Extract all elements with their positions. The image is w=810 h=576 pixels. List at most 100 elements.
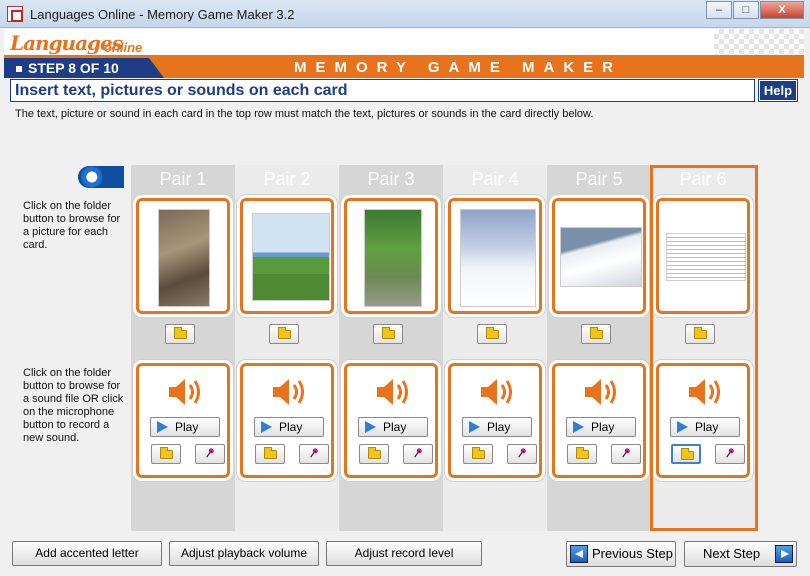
hiker-photo: [460, 209, 536, 307]
picture-folder-button[interactable]: [477, 324, 507, 344]
logo-band: Languages online: [4, 29, 804, 56]
sound-card: Play: [445, 360, 545, 481]
sound-folder-button[interactable]: [255, 444, 285, 464]
picture-folder-button[interactable]: [373, 324, 403, 344]
picture-card[interactable]: [237, 195, 337, 317]
speaker-icon: [585, 379, 616, 405]
add-accented-letter-button[interactable]: Add accented letter: [12, 541, 162, 566]
folder-icon: [590, 327, 603, 339]
previous-step-label: Previous Step: [592, 546, 673, 561]
sound-card: Play: [549, 360, 649, 481]
pair-column: Pair 2 Play: [235, 165, 339, 531]
window-controls: – □ X: [705, 1, 804, 19]
app-name: MEMORY GAME MAKER: [294, 59, 623, 76]
folder-icon: [278, 327, 291, 339]
play-button[interactable]: Play: [150, 417, 220, 437]
picture-help-text: Click on the folder button to browse for…: [23, 200, 121, 251]
folder-icon: [576, 447, 589, 459]
picture-card[interactable]: [341, 195, 441, 317]
picture-card[interactable]: [133, 195, 233, 317]
sound-folder-button[interactable]: [359, 444, 389, 464]
folder-icon: [174, 327, 187, 339]
adjust-record-level-button[interactable]: Adjust record level: [326, 541, 482, 566]
sound-folder-button[interactable]: [567, 444, 597, 464]
step-band: STEP 8 OF 10 MEMORY GAME MAKER: [4, 58, 804, 78]
selected-pair-frame: [650, 165, 758, 531]
play-icon: [365, 421, 376, 433]
climbers-photo: [158, 209, 210, 307]
play-icon: [573, 421, 584, 433]
sound-folder-button[interactable]: [151, 444, 181, 464]
folder-icon: [486, 327, 499, 339]
paraglider-photo: [252, 213, 330, 301]
window-title: Languages Online - Memory Game Maker 3.2: [30, 7, 295, 22]
picture-folder-button[interactable]: [269, 324, 299, 344]
play-icon: [261, 421, 272, 433]
speaker-icon: [377, 379, 408, 405]
picture-folder-button[interactable]: [165, 324, 195, 344]
play-button[interactable]: Play: [566, 417, 636, 437]
app-icon: [7, 6, 23, 22]
folder-icon: [368, 447, 381, 459]
play-label: Play: [383, 420, 407, 434]
sound-card: Play: [133, 360, 233, 481]
microphone-button[interactable]: [299, 444, 329, 464]
microphone-icon: [414, 448, 422, 458]
speaker-icon: [169, 379, 200, 405]
play-label: Play: [487, 420, 511, 434]
arrow-right-icon: [775, 545, 793, 563]
play-button[interactable]: Play: [462, 417, 532, 437]
pair-column: Pair 4 Play: [443, 165, 547, 531]
microphone-icon: [518, 448, 526, 458]
folder-icon: [382, 327, 395, 339]
sound-folder-button[interactable]: [463, 444, 493, 464]
microphone-button[interactable]: [611, 444, 641, 464]
step-indicator: STEP 8 OF 10: [4, 58, 164, 78]
picture-card[interactable]: [445, 195, 545, 317]
previous-step-button[interactable]: Previous Step: [566, 541, 676, 567]
microphone-icon: [206, 448, 214, 458]
microphone-button[interactable]: [507, 444, 537, 464]
speaker-icon: [273, 379, 304, 405]
close-button[interactable]: X: [760, 1, 804, 19]
pair-title: Pair 3: [367, 169, 415, 189]
play-button[interactable]: Play: [358, 417, 428, 437]
pair-column: Pair 1 Play: [131, 165, 235, 531]
pair-title: Pair 4: [471, 169, 519, 189]
folder-icon: [264, 447, 277, 459]
microphone-icon: [310, 448, 318, 458]
title-bar: Languages Online - Memory Game Maker 3.2…: [0, 0, 810, 28]
arrow-left-icon: [570, 545, 588, 563]
cyclist-photo: [364, 209, 422, 307]
play-icon: [157, 421, 168, 433]
binder-ring-icon: [78, 166, 124, 188]
play-label: Play: [279, 420, 303, 434]
microphone-button[interactable]: [403, 444, 433, 464]
skier-photo: [560, 227, 642, 287]
maximize-button[interactable]: □: [733, 1, 759, 19]
sound-card: Play: [341, 360, 441, 481]
picture-card[interactable]: [549, 195, 649, 317]
next-step-label: Next Step: [703, 546, 761, 561]
pair-column: Pair 5 Play: [547, 165, 651, 531]
play-label: Play: [175, 420, 199, 434]
sound-help-text: Click on the folder button to browse for…: [23, 367, 124, 444]
pair-title: Pair 5: [575, 169, 623, 189]
play-button[interactable]: Play: [254, 417, 324, 437]
microphone-button[interactable]: [195, 444, 225, 464]
play-icon: [469, 421, 480, 433]
picture-folder-button[interactable]: [581, 324, 611, 344]
folder-icon: [160, 447, 173, 459]
next-step-button[interactable]: Next Step: [684, 541, 797, 567]
adjust-playback-volume-button[interactable]: Adjust playback volume: [169, 541, 319, 566]
pair-title: Pair 2: [263, 169, 311, 189]
bullet-icon: [16, 66, 22, 73]
folder-icon: [472, 447, 485, 459]
instruction-text: The text, picture or sound in each card …: [15, 108, 594, 120]
minimize-button[interactable]: –: [706, 1, 732, 19]
logo-suffix: online: [104, 40, 143, 55]
help-button[interactable]: Help: [758, 79, 798, 102]
step-text: STEP 8 OF 10: [28, 60, 119, 76]
page-heading: Insert text, pictures or sounds on each …: [10, 79, 755, 102]
microphone-icon: [622, 448, 630, 458]
